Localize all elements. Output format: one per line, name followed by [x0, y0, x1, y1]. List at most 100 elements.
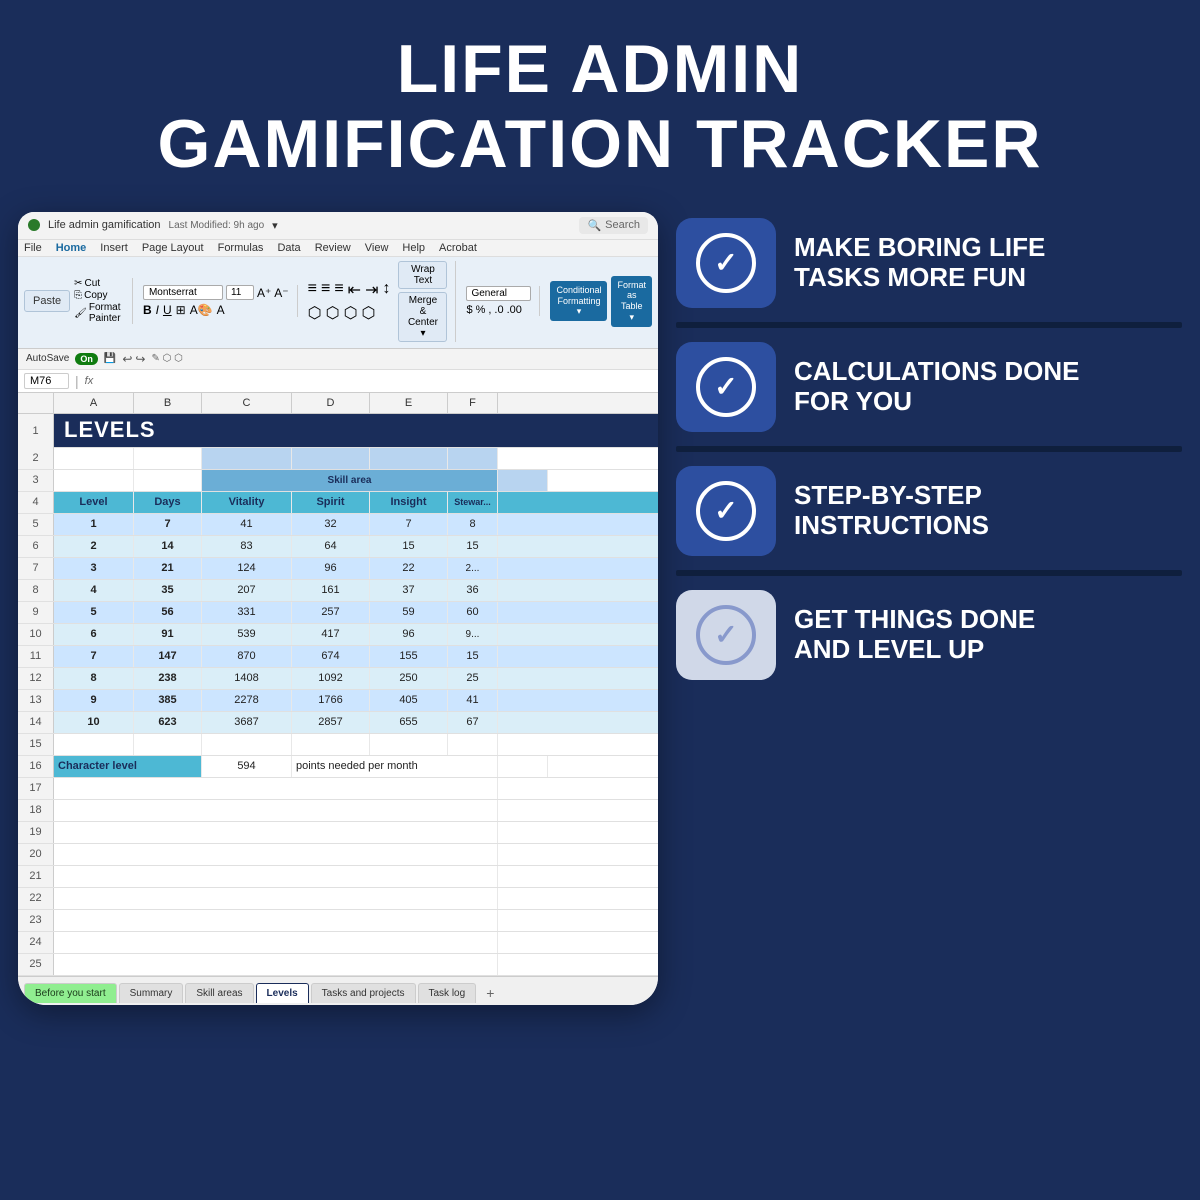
col-header-C[interactable]: C [202, 393, 292, 413]
cell-vit-14[interactable]: 3687 [202, 712, 292, 733]
cell-ste-5[interactable]: 8 [448, 514, 498, 535]
conditional-formatting-button[interactable]: ConditionalFormatting ▾ [550, 281, 607, 321]
cell-ins-10[interactable]: 96 [370, 624, 448, 645]
excel-search[interactable]: 🔍 Search [579, 217, 648, 234]
cell-E2[interactable] [370, 448, 448, 469]
cell-days-7[interactable]: 21 [134, 558, 202, 579]
col-header-A[interactable]: A [54, 393, 134, 413]
tab-tasks-projects[interactable]: Tasks and projects [311, 983, 416, 1003]
header-insight[interactable]: Insight [370, 492, 448, 513]
align-center-icon[interactable]: ⬡ [326, 303, 340, 323]
cell-ins-11[interactable]: 155 [370, 646, 448, 667]
border-button[interactable]: ⊞ [176, 303, 186, 317]
cell-spi-10[interactable]: 417 [292, 624, 370, 645]
font-color-button[interactable]: A [217, 303, 225, 317]
cell-ins-6[interactable]: 15 [370, 536, 448, 557]
header-spirit[interactable]: Spirit [292, 492, 370, 513]
cell-ins-14[interactable]: 655 [370, 712, 448, 733]
cell-spi-11[interactable]: 674 [292, 646, 370, 667]
comma-button[interactable]: , [488, 304, 491, 316]
cell-days-14[interactable]: 623 [134, 712, 202, 733]
wrap-text-button[interactable]: Wrap Text [398, 261, 447, 289]
currency-button[interactable]: $ [466, 304, 472, 316]
character-level-suffix[interactable]: points needed per month [292, 756, 498, 777]
cell-level-6[interactable]: 2 [54, 536, 134, 557]
cell-B15[interactable] [134, 734, 202, 755]
cell-level-8[interactable]: 4 [54, 580, 134, 601]
cell-days-10[interactable]: 91 [134, 624, 202, 645]
align-left-icon[interactable]: ⬡ [308, 303, 322, 323]
percent-button[interactable]: % [476, 304, 486, 316]
cell-spi-12[interactable]: 1092 [292, 668, 370, 689]
character-level-label[interactable]: Character level [54, 756, 202, 777]
cell-A2[interactable] [54, 448, 134, 469]
tab-summary[interactable]: Summary [119, 983, 184, 1003]
cell-F2[interactable] [448, 448, 498, 469]
format-painter-label[interactable]: Format Painter [89, 302, 124, 324]
character-level-value[interactable]: 594 [202, 756, 292, 777]
cell-ins-8[interactable]: 37 [370, 580, 448, 601]
cell-spi-6[interactable]: 64 [292, 536, 370, 557]
cell-ins-5[interactable]: 7 [370, 514, 448, 535]
cell-B2[interactable] [134, 448, 202, 469]
menu-pagelayout[interactable]: Page Layout [142, 242, 204, 254]
menu-review[interactable]: Review [315, 242, 351, 254]
tab-skill-areas[interactable]: Skill areas [185, 983, 253, 1003]
dropdown-icon[interactable]: ▾ [272, 219, 278, 232]
text-direction-icon[interactable]: ↕ [382, 280, 390, 300]
levels-title-cell[interactable]: LEVELS [54, 414, 658, 447]
cell-level-12[interactable]: 8 [54, 668, 134, 689]
menu-formulas[interactable]: Formulas [218, 242, 264, 254]
menu-home[interactable]: Home [56, 242, 87, 254]
header-vitality[interactable]: Vitality [202, 492, 292, 513]
fill-color-button[interactable]: A🎨 [190, 303, 213, 317]
cell-ste-7[interactable]: 2... [448, 558, 498, 579]
menu-acrobat[interactable]: Acrobat [439, 242, 477, 254]
menu-view[interactable]: View [365, 242, 389, 254]
copy-label[interactable]: Copy [84, 290, 107, 301]
cell-spi-8[interactable]: 161 [292, 580, 370, 601]
cell-spi-14[interactable]: 2857 [292, 712, 370, 733]
cell-spi-7[interactable]: 96 [292, 558, 370, 579]
cell-ste-14[interactable]: 67 [448, 712, 498, 733]
font-shrink-icon[interactable]: A⁻ [274, 286, 288, 300]
cell-vit-11[interactable]: 870 [202, 646, 292, 667]
align-bottom-icon[interactable]: ≡ [334, 280, 343, 300]
cell-ins-9[interactable]: 59 [370, 602, 448, 623]
cell-ins-7[interactable]: 22 [370, 558, 448, 579]
cell-ste-11[interactable]: 15 [448, 646, 498, 667]
justify-icon[interactable]: ⬡ [362, 303, 376, 323]
cell-vit-9[interactable]: 331 [202, 602, 292, 623]
cell-vit-7[interactable]: 124 [202, 558, 292, 579]
tab-before-you-start[interactable]: Before you start [24, 983, 117, 1003]
cell-level-14[interactable]: 10 [54, 712, 134, 733]
cell-F15[interactable] [448, 734, 498, 755]
underline-button[interactable]: U [163, 303, 172, 317]
autosave-toggle[interactable]: On [75, 353, 98, 365]
cell-vit-5[interactable]: 41 [202, 514, 292, 535]
italic-button[interactable]: I [156, 303, 159, 317]
cell-F16[interactable] [498, 756, 548, 777]
cell-level-5[interactable]: 1 [54, 514, 134, 535]
align-middle-icon[interactable]: ≡ [321, 280, 330, 300]
cell-spi-13[interactable]: 1766 [292, 690, 370, 711]
undo-button[interactable]: ↩ [122, 352, 132, 366]
indent-dec-icon[interactable]: ⇤ [348, 280, 361, 300]
cell-vit-13[interactable]: 2278 [202, 690, 292, 711]
cell-spi-5[interactable]: 32 [292, 514, 370, 535]
menu-help[interactable]: Help [402, 242, 425, 254]
cell-days-11[interactable]: 147 [134, 646, 202, 667]
cell-ins-12[interactable]: 250 [370, 668, 448, 689]
add-sheet-button[interactable]: + [478, 981, 502, 1005]
cell-days-6[interactable]: 14 [134, 536, 202, 557]
header-steward[interactable]: Stewar... [448, 492, 498, 513]
cell-level-7[interactable]: 3 [54, 558, 134, 579]
menu-insert[interactable]: Insert [100, 242, 128, 254]
col-header-E[interactable]: E [370, 393, 448, 413]
cell-days-5[interactable]: 7 [134, 514, 202, 535]
cell-D2[interactable] [292, 448, 370, 469]
cell-A15[interactable] [54, 734, 134, 755]
cell-ste-10[interactable]: 9... [448, 624, 498, 645]
cell-ste-9[interactable]: 60 [448, 602, 498, 623]
cell-ste-6[interactable]: 15 [448, 536, 498, 557]
